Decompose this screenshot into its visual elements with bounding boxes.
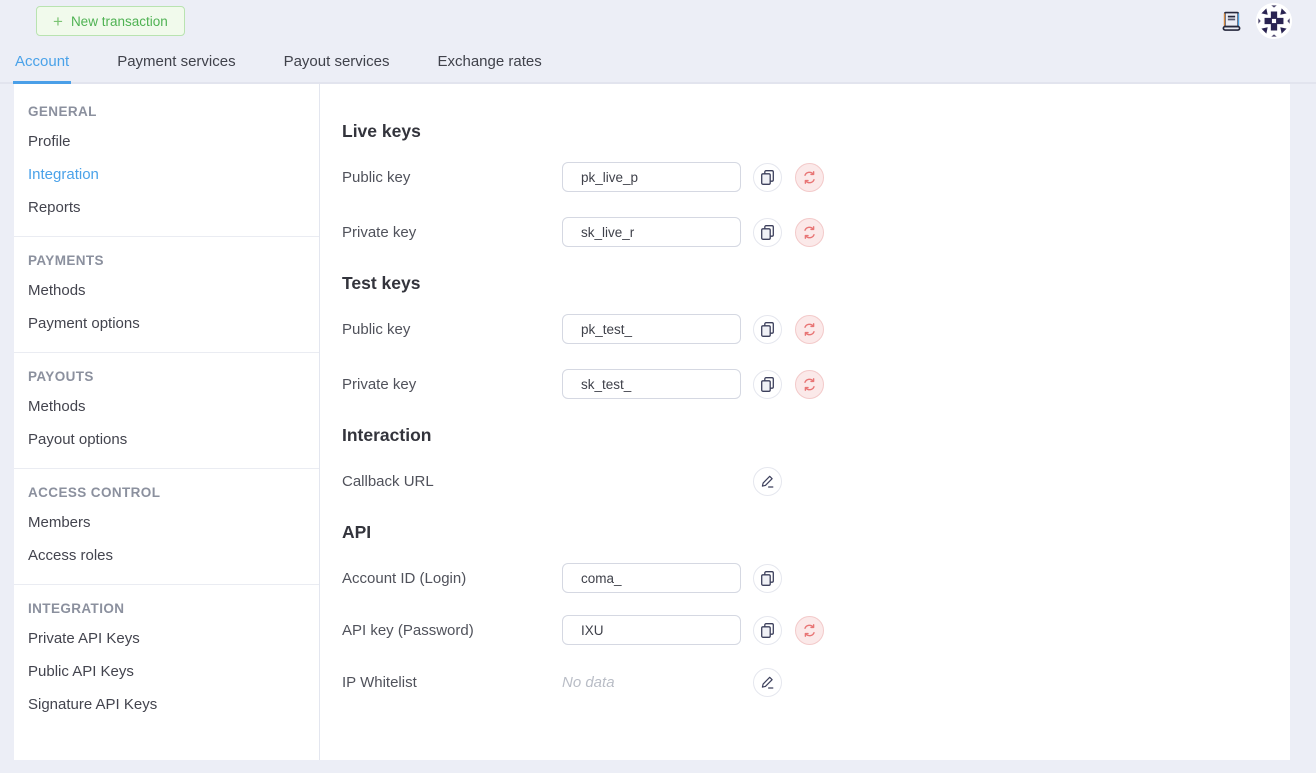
field-label: IP Whitelist (342, 673, 417, 691)
field-row-test-public-key: Public key (342, 314, 1290, 344)
live-public-key-input[interactable] (562, 162, 741, 192)
field-label: Private key (342, 375, 417, 393)
tab-account[interactable]: Account (13, 42, 72, 84)
new-transaction-label: New transaction (70, 13, 168, 29)
regenerate-icon[interactable] (795, 217, 824, 247)
tab-payout-services[interactable]: Payout services (282, 42, 392, 84)
sidebar-section-payments: PAYMENTS Methods Payment options (14, 236, 319, 352)
copy-icon[interactable] (753, 369, 782, 399)
main-layout: GENERAL Profile Integration Reports PAYM… (14, 84, 1290, 760)
sidebar-section-general: GENERAL Profile Integration Reports (14, 88, 319, 236)
sidebar-item-profile[interactable]: Profile (28, 125, 305, 158)
field-row-api-key: API key (Password) (342, 615, 1290, 645)
sidebar-section-title: PAYMENTS (28, 253, 104, 268)
test-public-key-input[interactable] (562, 314, 741, 344)
field-row-ip-whitelist: IP Whitelist No data (342, 667, 1290, 697)
edit-pencil-icon[interactable] (753, 667, 782, 697)
field-label: Callback URL (342, 472, 434, 490)
field-row-account-id: Account ID (Login) (342, 563, 1290, 593)
section-api: API Account ID (Login) API key (Pass (342, 521, 1290, 697)
regenerate-icon[interactable] (795, 369, 824, 399)
sidebar-section-title: INTEGRATION (28, 601, 125, 616)
live-private-key-input[interactable] (562, 217, 741, 247)
field-label: Private key (342, 223, 417, 241)
user-avatar-identicon[interactable] (1256, 3, 1292, 39)
account-id-input[interactable] (562, 563, 741, 593)
copy-icon[interactable] (753, 563, 782, 593)
section-live-keys: Live keys Public key pk_live_p Private k… (342, 120, 1290, 247)
section-interaction: Interaction Callback URL (342, 424, 1290, 496)
sidebar-item-signature-api-keys[interactable]: Signature API Keys (28, 688, 305, 721)
topbar-right (1220, 3, 1292, 39)
sidebar-item-integration[interactable]: Integration (28, 158, 305, 191)
sidebar-item-members[interactable]: Members (28, 506, 305, 539)
edit-pencil-icon[interactable] (753, 466, 782, 496)
test-private-key-input[interactable] (562, 369, 741, 399)
field-row-test-private-key: Private key (342, 369, 1290, 399)
sidebar-section-title: ACCESS CONTROL (28, 485, 161, 500)
integration-settings-panel: Live keys Public key pk_live_p Private k… (320, 84, 1290, 760)
sidebar-item-access-roles[interactable]: Access roles (28, 539, 305, 572)
field-label: Public key (342, 320, 411, 338)
field-row-live-private-key: Private key (342, 217, 1290, 247)
sidebar-item-payout-methods[interactable]: Methods (28, 390, 305, 423)
copy-icon[interactable] (753, 162, 782, 192)
tab-payment-services[interactable]: Payment services (115, 42, 237, 84)
regenerate-icon[interactable] (795, 162, 824, 192)
section-title: Interaction (342, 425, 432, 445)
section-title: Live keys (342, 121, 421, 141)
tab-bar: Account Payment services Payout services… (0, 42, 1316, 84)
sidebar-item-payout-options[interactable]: Payout options (28, 423, 305, 456)
regenerate-icon[interactable] (795, 615, 824, 645)
sidebar-item-reports[interactable]: Reports (28, 191, 305, 224)
copy-icon[interactable] (753, 615, 782, 645)
new-transaction-button[interactable]: + New transaction (36, 6, 185, 36)
field-row-live-public-key: Public key (342, 162, 1290, 192)
field-label: API key (Password) (342, 621, 474, 639)
sidebar-section-title: PAYOUTS (28, 369, 94, 384)
copy-icon[interactable] (753, 217, 782, 247)
docs-book-icon[interactable] (1220, 9, 1243, 33)
field-label: Public key (342, 168, 411, 186)
api-key-input[interactable] (562, 615, 741, 645)
sidebar-item-private-api-keys[interactable]: Private API Keys (28, 622, 305, 655)
section-title: API (342, 522, 372, 542)
sidebar-item-payment-options[interactable]: Payment options (28, 307, 305, 340)
no-data-placeholder: No data (562, 673, 615, 691)
sidebar-item-payment-methods[interactable]: Methods (28, 274, 305, 307)
field-label: Account ID (Login) (342, 569, 467, 587)
field-row-callback-url: Callback URL (342, 466, 1290, 496)
sidebar-item-public-api-keys[interactable]: Public API Keys (28, 655, 305, 688)
top-bar: + New transaction (0, 0, 1316, 42)
sidebar-section-integration: INTEGRATION Private API Keys Public API … (14, 584, 319, 733)
tab-exchange-rates[interactable]: Exchange rates (435, 42, 543, 84)
section-title: Test keys (342, 273, 421, 293)
settings-sidebar: GENERAL Profile Integration Reports PAYM… (14, 84, 320, 760)
sidebar-section-payouts: PAYOUTS Methods Payout options (14, 352, 319, 468)
sidebar-section-title: GENERAL (28, 104, 97, 119)
plus-icon: + (53, 11, 63, 31)
regenerate-icon[interactable] (795, 314, 824, 344)
sidebar-section-access-control: ACCESS CONTROL Members Access roles (14, 468, 319, 584)
copy-icon[interactable] (753, 314, 782, 344)
section-test-keys: Test keys Public key pk_test_ Private ke… (342, 272, 1290, 399)
